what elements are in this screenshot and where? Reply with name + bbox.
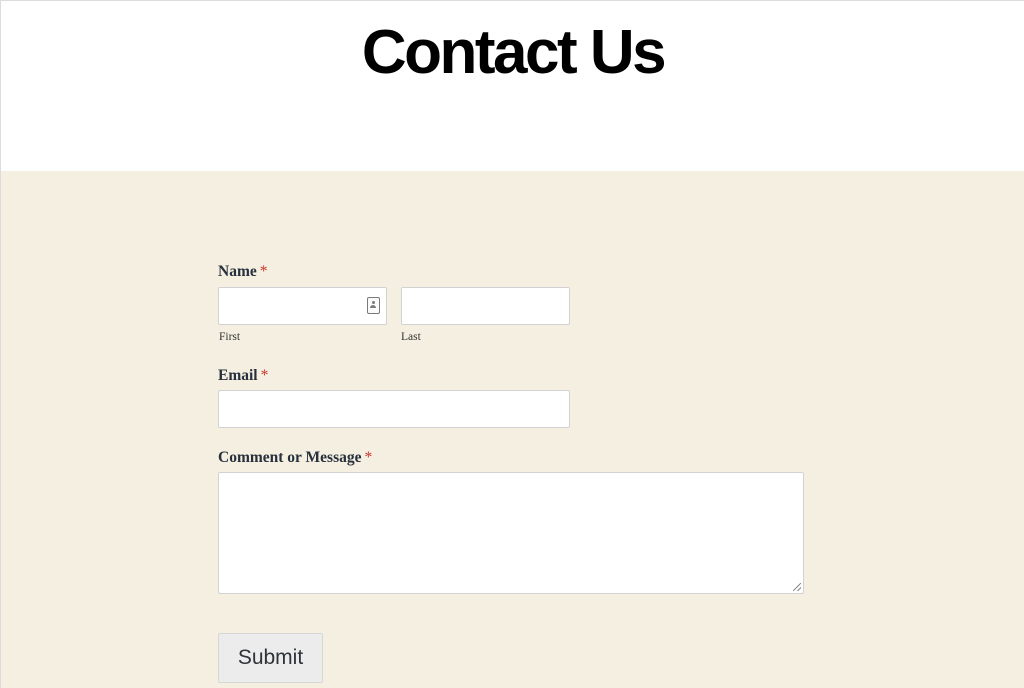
message-textarea[interactable] xyxy=(218,472,804,594)
page: Contact Us Name * First Last Email * Comme… xyxy=(0,0,1024,688)
first-name-input[interactable] xyxy=(218,287,387,325)
page-header: Contact Us xyxy=(1,1,1024,171)
contact-form: Name * First Last Email * Comment or Messa… xyxy=(1,171,1024,688)
name-label: Name * xyxy=(218,263,268,281)
email-label: Email * xyxy=(218,367,268,385)
last-name-sublabel: Last xyxy=(401,331,421,343)
last-name-input[interactable] xyxy=(401,287,570,325)
name-label-text: Name xyxy=(218,263,257,280)
message-label: Comment or Message * xyxy=(218,449,372,467)
required-marker: * xyxy=(364,449,373,466)
page-title: Contact Us xyxy=(361,18,667,87)
email-label-text: Email xyxy=(218,367,258,384)
contact-card-icon[interactable] xyxy=(367,297,380,314)
submit-button[interactable]: Submit xyxy=(218,633,323,683)
message-label-text: Comment or Message xyxy=(218,449,362,466)
required-marker: * xyxy=(259,263,268,280)
required-marker: * xyxy=(260,367,269,384)
resize-grip-icon[interactable] xyxy=(793,583,801,591)
email-input[interactable] xyxy=(218,390,570,428)
first-name-sublabel: First xyxy=(219,331,241,343)
